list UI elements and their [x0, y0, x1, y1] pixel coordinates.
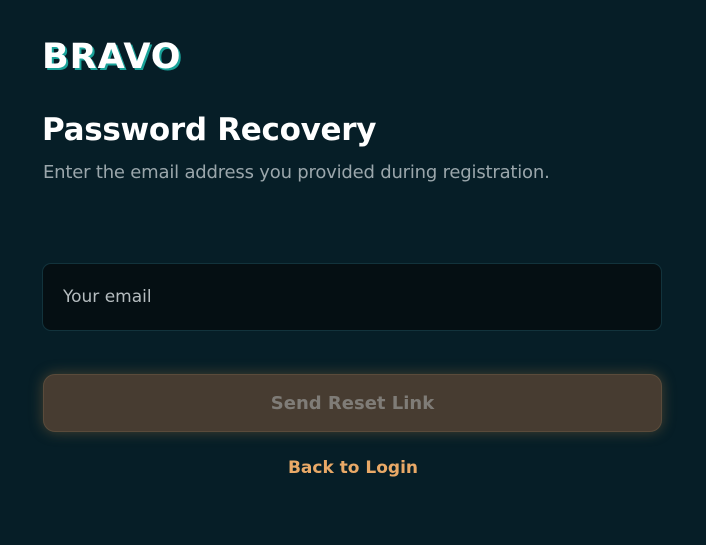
send-reset-link-button[interactable]: Send Reset Link — [43, 374, 662, 432]
email-field[interactable] — [42, 263, 662, 331]
bravo-logo: BRAVO — [42, 38, 182, 76]
page-subtitle: Enter the email address you provided dur… — [43, 162, 550, 183]
back-to-login-link[interactable]: Back to Login — [0, 456, 706, 480]
password-recovery-panel: BRAVO Password Recovery Enter the email … — [0, 0, 706, 545]
page-title: Password Recovery — [42, 112, 377, 148]
logo-text: BRAVO — [42, 37, 182, 77]
